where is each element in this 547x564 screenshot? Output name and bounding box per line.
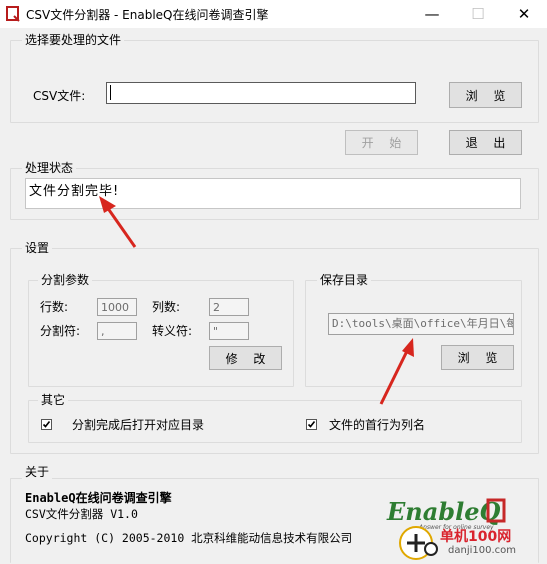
watermark-site-url: danji100.com bbox=[448, 545, 516, 556]
window-title: CSV文件分割器 - EnableQ在线问卷调查引擎 bbox=[26, 8, 269, 22]
about-product: EnableQ在线问卷调查引擎 bbox=[25, 491, 172, 505]
settings-group-label: 设置 bbox=[22, 241, 53, 255]
delimiter-input[interactable]: , bbox=[97, 322, 137, 340]
split-params-group-label: 分割参数 bbox=[38, 273, 93, 287]
minimize-button[interactable]: — bbox=[409, 0, 455, 28]
status-group-label: 处理状态 bbox=[22, 161, 77, 175]
close-button[interactable]: ✕ bbox=[501, 0, 547, 28]
about-version: CSV文件分割器 V1.0 bbox=[25, 507, 138, 521]
browse-csv-button[interactable]: 浏 览 bbox=[449, 82, 522, 108]
rows-input[interactable]: 1000 bbox=[97, 298, 137, 316]
status-text-box: 文件分割完毕! bbox=[25, 178, 521, 209]
rows-label: 行数: bbox=[40, 300, 69, 314]
save-dir-path[interactable]: D:\tools\桌面\office\年月日\每 bbox=[328, 313, 514, 335]
watermark-logo-icon bbox=[399, 526, 438, 560]
maximize-button[interactable]: ☐ bbox=[455, 0, 501, 28]
csv-file-label: CSV文件: bbox=[33, 89, 86, 103]
browse-save-dir-button[interactable]: 浏 览 bbox=[441, 345, 514, 370]
cols-label: 列数: bbox=[152, 300, 181, 314]
first-row-header-label[interactable]: 文件的首行为列名 bbox=[329, 418, 425, 432]
first-row-header-checkbox[interactable] bbox=[306, 419, 317, 430]
watermark-site-name: 单机100网 bbox=[440, 529, 512, 545]
other-group-label: 其它 bbox=[38, 393, 69, 407]
save-dir-group-label: 保存目录 bbox=[317, 273, 372, 287]
open-dir-label[interactable]: 分割完成后打开对应目录 bbox=[72, 418, 204, 432]
csv-file-input[interactable] bbox=[106, 82, 416, 104]
about-group-label: 关于 bbox=[22, 465, 53, 479]
about-copyright: Copyright (C) 2005-2010 北京科维能动信息技术有限公司 bbox=[25, 531, 353, 545]
open-dir-checkbox[interactable] bbox=[41, 419, 52, 430]
exit-button[interactable]: 退 出 bbox=[449, 130, 522, 155]
delimiter-label: 分割符: bbox=[40, 324, 81, 338]
modify-button[interactable]: 修 改 bbox=[209, 346, 282, 370]
cols-input[interactable]: 2 bbox=[209, 298, 249, 316]
escape-label: 转义符: bbox=[152, 324, 193, 338]
escape-input[interactable]: " bbox=[209, 322, 249, 340]
site-watermark: 单机100网 danji100.com bbox=[398, 523, 547, 564]
app-icon bbox=[6, 6, 20, 22]
start-button[interactable]: 开 始 bbox=[345, 130, 418, 155]
select-file-group-label: 选择要处理的文件 bbox=[22, 33, 125, 47]
logo-wordmark: EnableQ bbox=[386, 497, 500, 526]
